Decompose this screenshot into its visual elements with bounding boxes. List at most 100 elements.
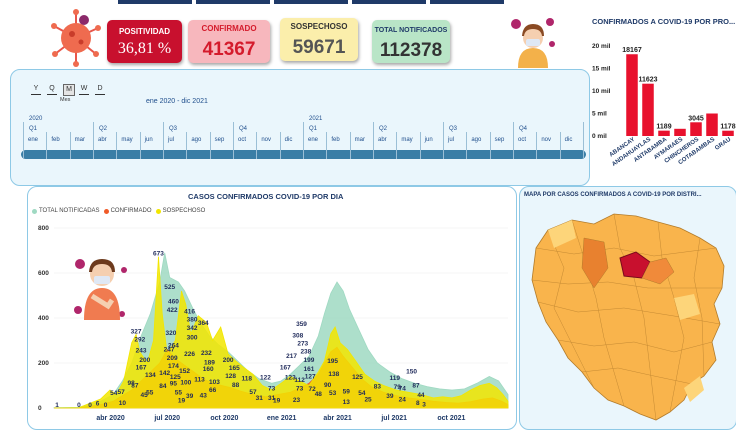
data-label: 320 (165, 330, 176, 337)
bar-cotabambas[interactable] (706, 113, 718, 137)
data-label: 59 (343, 389, 351, 396)
data-label: 113 (194, 377, 205, 384)
data-label: 74 (399, 385, 407, 392)
line-chart-title: CASOS CONFIRMADOS COVID-19 POR DIA (188, 192, 344, 201)
data-label: 127 (305, 373, 316, 380)
data-label: 55 (146, 390, 154, 397)
kpi-positividad-value: 36,81 % (117, 40, 172, 57)
timeline-tick (46, 132, 48, 159)
timeline-tick (349, 132, 351, 159)
bar-aymaraes[interactable] (674, 128, 686, 136)
timeline-tick (256, 132, 258, 159)
timeline-month: may (401, 137, 413, 143)
kpi-sospechoso-value: 59671 (292, 37, 346, 58)
data-label: 264 (168, 343, 179, 350)
timeline-tick (69, 132, 71, 159)
district-map[interactable] (524, 208, 732, 424)
data-label: 19 (273, 398, 281, 405)
timeline-quarter: Q1 (309, 126, 318, 132)
bar-grau[interactable] (722, 130, 734, 136)
data-label: 226 (184, 351, 195, 358)
timeline-quarter: Q2 (379, 126, 388, 132)
data-label: 112 (294, 377, 305, 384)
kpi-notificados-value: 112378 (379, 40, 443, 61)
data-label: 300 (187, 335, 198, 342)
timeline-month: abr (378, 137, 387, 143)
timeline-tick (513, 122, 514, 159)
legend-label: SOSPECHOSO (162, 208, 206, 214)
y-tick-label: 400 (38, 315, 49, 322)
timeline-month: jul (168, 137, 175, 143)
bar-chincheros[interactable] (690, 122, 702, 136)
data-label: 87 (412, 382, 420, 389)
bar-antabamba[interactable] (658, 130, 670, 136)
timeline-tick (559, 132, 561, 159)
data-label: 150 (406, 368, 417, 375)
data-label: 152 (179, 368, 190, 375)
data-label: 19 (178, 398, 186, 405)
timeline-quarter: Q4 (519, 126, 528, 132)
bar-y-tick: 5 mil (592, 111, 607, 118)
data-label: 273 (297, 341, 308, 348)
data-label: 103 (209, 379, 220, 386)
data-label: 57 (118, 389, 126, 396)
data-label: 118 (242, 375, 253, 382)
data-label: 54 (110, 390, 118, 397)
timeline-month: feb (51, 137, 60, 143)
timeline-month: jul (448, 137, 455, 143)
data-label: 422 (167, 307, 178, 314)
timeline-month: abr (98, 137, 107, 143)
bar-chart-title: CONFIRMADOS A COVID-19 POR PRO... (592, 17, 736, 26)
data-label: 0 (77, 402, 81, 409)
timeline-tick (443, 122, 444, 159)
virus-icon (51, 9, 101, 67)
date-slicer-panel: Y Q M W D Mes ene 2020 - dic 2021 2020 2021 Q1 Q… (10, 69, 590, 186)
data-label: 39 (186, 393, 194, 400)
data-label: 161 (304, 366, 315, 373)
data-label: 6 (96, 401, 100, 408)
legend-swatch (103, 208, 109, 214)
kpi-positividad: POSITIVIDAD 36,81 % (107, 20, 182, 63)
legend-swatch (32, 208, 37, 214)
bar-andahuaylas[interactable] (642, 83, 654, 136)
timeline-month: ene (308, 137, 319, 143)
data-label: 44 (417, 392, 425, 399)
data-label: 195 (327, 358, 338, 365)
data-label: 55 (175, 390, 183, 397)
y-tick-label: 200 (38, 360, 49, 367)
data-label: 125 (352, 374, 363, 381)
x-tick-label: oct 2020 (210, 415, 238, 422)
data-label: 25 (364, 396, 372, 403)
map-title: MAPA POR CASOS CONFIRMADOS A COVID-19 PO… (524, 192, 702, 198)
timeline-month: dic (564, 137, 573, 143)
timeline-month: feb (331, 137, 340, 143)
timeline-tick (373, 122, 374, 159)
timeline-month: oct (238, 137, 247, 143)
bar-category-label: GRAU (714, 137, 732, 152)
data-label: 308 (292, 333, 303, 340)
y-tick-label: 0 (38, 405, 42, 412)
bar-abancay[interactable] (626, 54, 638, 136)
data-label: 327 (131, 328, 142, 335)
data-label: 364 (198, 320, 209, 327)
data-label: 200 (139, 357, 150, 364)
data-label: 31 (256, 395, 264, 402)
data-label: 100 (180, 380, 191, 387)
data-label: 73 (296, 386, 304, 393)
timeline-tick (536, 132, 538, 159)
timeline-month: nov (261, 137, 272, 143)
data-label: 24 (399, 397, 407, 404)
data-label: 73 (268, 386, 276, 393)
top-nav-bar-3 (274, 0, 348, 4)
data-label: 359 (296, 321, 307, 328)
data-label: 119 (390, 375, 401, 382)
timeline-month: jun (424, 137, 433, 143)
data-label: 48 (315, 391, 323, 398)
timeline-quarter: Q4 (239, 126, 248, 132)
data-label: 167 (280, 364, 291, 371)
y-tick-label: 600 (38, 270, 49, 277)
timeline-tick (116, 132, 118, 159)
timeline-tick (139, 132, 141, 159)
data-label: 0 (88, 402, 92, 409)
province-bar-chart: 0 mil5 mil10 mil15 mil20 mil18167ABANCAY… (592, 43, 736, 168)
